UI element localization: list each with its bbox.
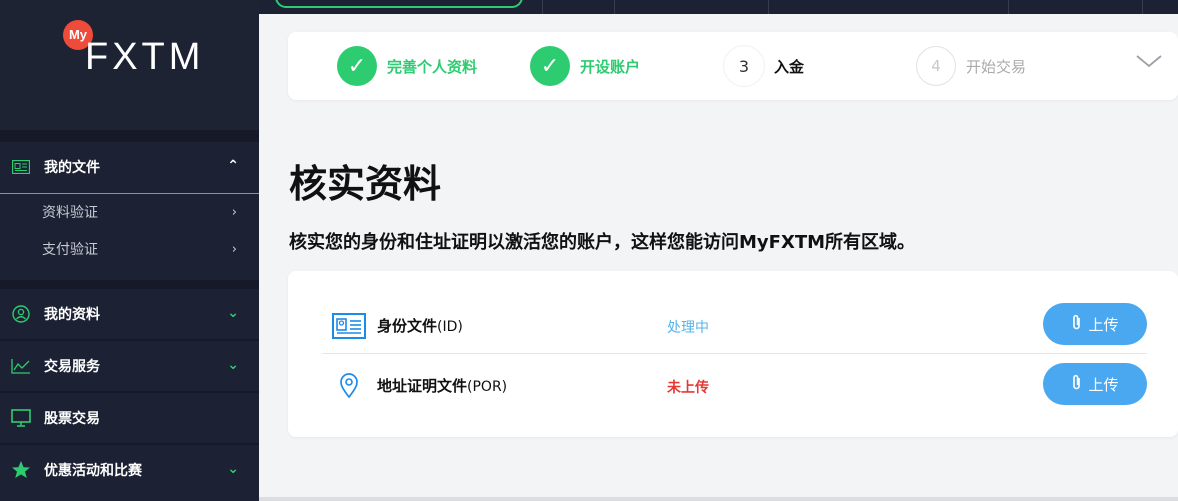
- sidebar-item-label: 交易服务: [44, 359, 100, 375]
- page-title: 核实资料: [289, 162, 442, 206]
- chevron-right-icon: ›: [231, 204, 237, 220]
- sidebar-item-my-profile[interactable]: 我的资料 ⌄: [0, 289, 259, 339]
- sidebar-item-label: 优惠活动和比赛: [44, 463, 142, 479]
- chart-line-icon: [10, 355, 32, 377]
- row-divider: [322, 353, 1147, 354]
- upload-por-button[interactable]: 上传: [1043, 363, 1147, 405]
- logo-area: My FXTM: [0, 0, 259, 130]
- step-number: 3: [724, 46, 764, 86]
- step-label: 完善个人资料: [387, 57, 478, 76]
- step-complete-profile[interactable]: ✓ 完善个人资料: [337, 46, 477, 86]
- chevron-down-icon: ⌄: [227, 305, 239, 321]
- status-badge: 未上传: [667, 380, 709, 396]
- document-row-id: 身份文件(ID) 处理中 上传: [322, 295, 1147, 355]
- paperclip-icon: [1071, 314, 1082, 335]
- sidebar-item-profile-verification[interactable]: 资料验证 ›: [0, 194, 259, 230]
- sidebar-item-my-docs[interactable]: 我的文件 ⌃: [0, 142, 259, 192]
- id-card-icon: [10, 156, 32, 178]
- step-deposit[interactable]: 3 入金: [724, 46, 804, 86]
- step-label: 开设账户: [580, 57, 641, 76]
- top-navbar: [259, 0, 1178, 14]
- checkmark-icon: ✓: [337, 46, 377, 86]
- location-pin-icon: [332, 373, 366, 399]
- sidebar-divider: [0, 280, 259, 289]
- star-icon: [10, 459, 32, 481]
- document-suffix: (ID): [437, 319, 463, 335]
- topbar-divider: [1142, 0, 1143, 14]
- document-name: 身份文件(ID): [377, 315, 463, 336]
- checkmark-icon: ✓: [530, 46, 570, 86]
- sidebar-item-stock-trading[interactable]: 股票交易: [0, 393, 259, 443]
- sidebar-item-payment-verification[interactable]: 支付验证 ›: [0, 231, 259, 267]
- sidebar-item-label: 支付验证: [42, 242, 98, 258]
- sidebar-item-label: 股票交易: [44, 411, 100, 427]
- paperclip-icon: [1071, 374, 1082, 395]
- chevron-down-icon: ⌄: [227, 461, 239, 477]
- document-name: 地址证明文件(POR): [377, 375, 507, 396]
- document-title: 地址证明文件: [377, 377, 468, 395]
- page-bottom-border: [259, 497, 1178, 501]
- sidebar-item-promotions[interactable]: 优惠活动和比赛 ⌄: [0, 445, 259, 495]
- step-number: 4: [916, 46, 956, 86]
- user-circle-icon: [10, 303, 32, 325]
- document-row-por: 地址证明文件(POR) 未上传 上传: [322, 355, 1147, 415]
- sidebar-item-label: 资料验证: [42, 205, 98, 221]
- chevron-up-icon: ⌃: [227, 158, 239, 174]
- monitor-icon: [10, 407, 32, 429]
- step-start-trading[interactable]: 4 开始交易: [916, 46, 1026, 86]
- topbar-divider: [614, 0, 615, 14]
- topbar-pill-button[interactable]: [275, 0, 523, 8]
- upload-id-button[interactable]: 上传: [1043, 303, 1147, 345]
- logo-text[interactable]: FXTM: [85, 36, 204, 79]
- chevron-right-icon: ›: [231, 241, 237, 257]
- sidebar-item-label: 我的资料: [44, 307, 100, 323]
- step-label: 开始交易: [966, 57, 1027, 76]
- chevron-down-icon: ⌄: [227, 357, 239, 373]
- status-badge: 处理中: [667, 320, 709, 336]
- step-label: 入金: [774, 57, 805, 76]
- topbar-divider: [1008, 0, 1009, 14]
- upload-label: 上传: [1088, 316, 1119, 334]
- sidebar-item-trading-services[interactable]: 交易服务 ⌄: [0, 341, 259, 391]
- sidebar: My FXTM 我的文件 ⌃ 资料验证 › 支付验证 › 我的资料 ⌄ 交易服务…: [0, 0, 259, 501]
- topbar-divider: [768, 0, 769, 14]
- chevron-down-icon[interactable]: [1136, 52, 1162, 73]
- sidebar-divider: [0, 130, 259, 142]
- topbar-divider: [542, 0, 543, 14]
- document-title: 身份文件: [377, 317, 438, 335]
- page-subtitle: 核实您的身份和住址证明以激活您的账户，这样您能访问MyFXTM所有区域。: [289, 232, 916, 253]
- step-open-account[interactable]: ✓ 开设账户: [530, 46, 640, 86]
- id-card-icon: [332, 313, 366, 339]
- upload-label: 上传: [1088, 376, 1119, 394]
- sidebar-item-label: 我的文件: [44, 160, 100, 176]
- documents-card: 身份文件(ID) 处理中 上传 地址证明文件(POR) 未上传 上传: [288, 271, 1178, 437]
- document-suffix: (POR): [467, 379, 508, 395]
- onboarding-steps: ✓ 完善个人资料 ✓ 开设账户 3 入金 4 开始交易: [288, 32, 1178, 100]
